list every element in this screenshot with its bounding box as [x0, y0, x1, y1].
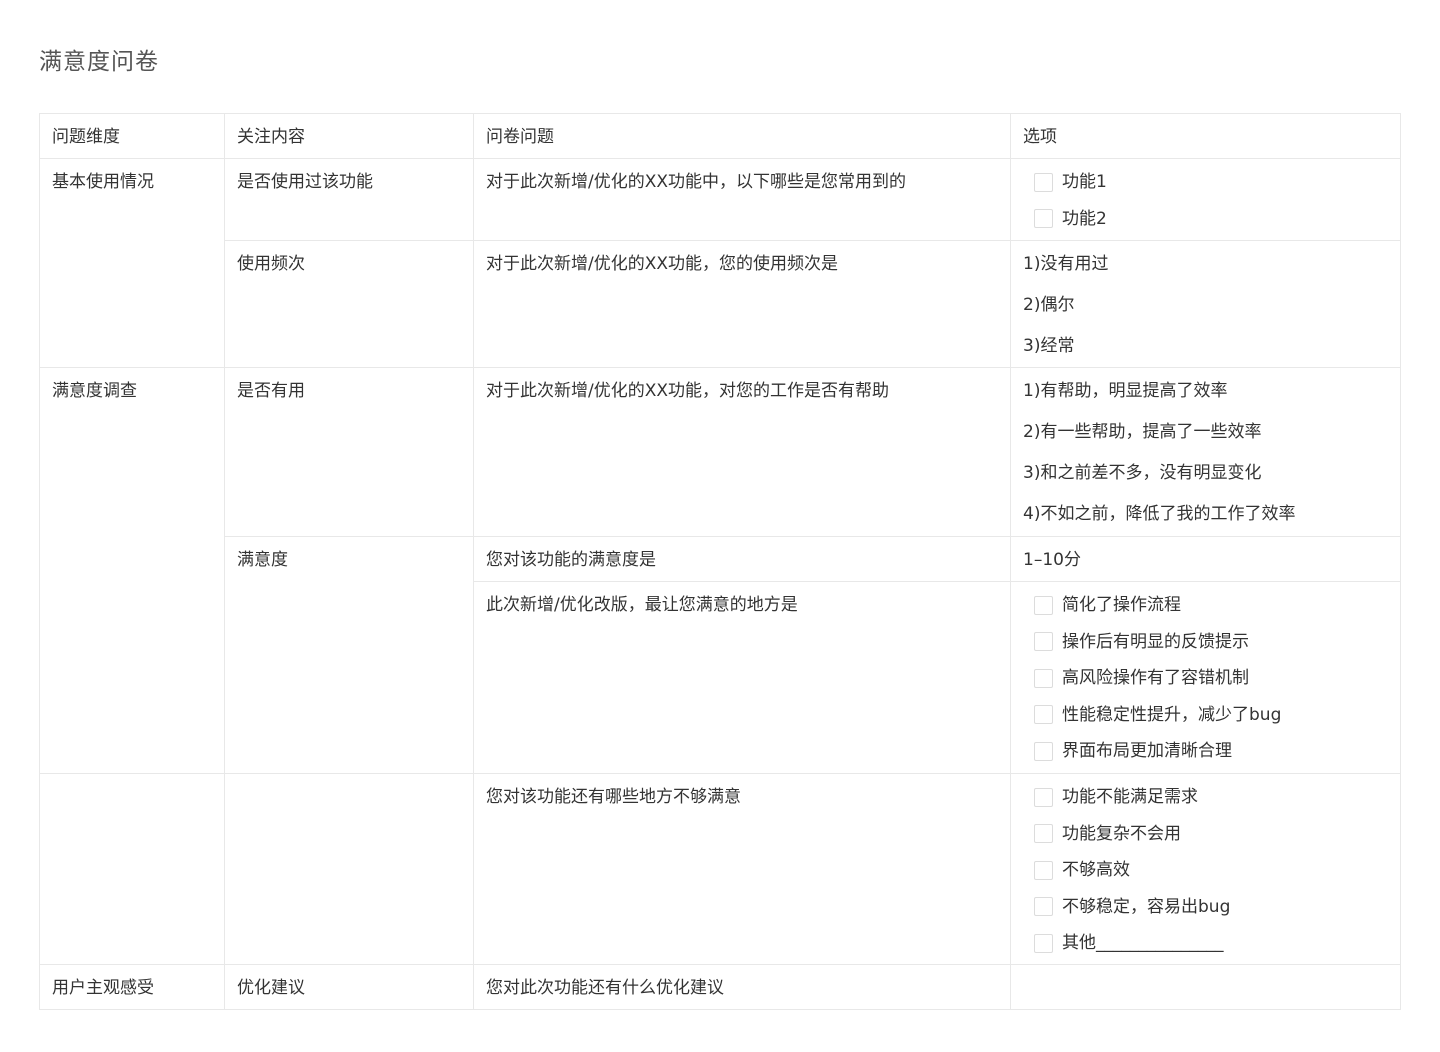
focus-cell: 满意度	[224, 536, 474, 774]
checkbox-option[interactable]: 高风险操作有了容错机制	[1023, 666, 1388, 690]
options-cell	[1010, 964, 1401, 1010]
header-options: 选项	[1010, 113, 1401, 159]
question-cell: 对于此次新增/优化的XX功能，对您的工作是否有帮助	[473, 367, 1011, 537]
checkbox[interactable]	[1034, 824, 1053, 843]
dimension-cell	[39, 773, 225, 965]
checkbox[interactable]	[1034, 933, 1053, 953]
checkbox[interactable]	[1034, 705, 1053, 724]
option-text: 1–10分	[1023, 550, 1081, 570]
question-cell: 此次新增/优化改版，最让您满意的地方是	[473, 581, 1011, 774]
survey-table: 问题维度 关注内容 问卷问题 选项 基本使用情况 是否使用过该功能 对于此次新增…	[39, 113, 1401, 1010]
checkbox-option[interactable]: 功能不能满足需求	[1023, 785, 1388, 809]
option-text: 4)不如之前，降低了我的工作了效率	[1023, 504, 1296, 524]
page-title: 满意度问卷	[39, 49, 159, 75]
checkbox[interactable]	[1034, 172, 1053, 192]
header-dimension: 问题维度	[39, 113, 225, 159]
checkbox[interactable]	[1034, 595, 1053, 615]
option-label: 不够稳定，容易出bug	[1062, 896, 1231, 917]
dimension-cell: 用户主观感受	[39, 964, 225, 1010]
options-cell: 功能1 功能2	[1010, 158, 1401, 241]
question-cell: 您对该功能的满意度是	[473, 536, 1011, 582]
option-label: 简化了操作流程	[1062, 595, 1181, 615]
options-cell: 简化了操作流程 操作后有明显的反馈提示 高风险操作有了容错机制 性能稳定性提升，…	[1010, 581, 1401, 774]
question-cell: 对于此次新增/优化的XX功能中，以下哪些是您常用到的	[473, 158, 1011, 241]
option-label: 其他_______________	[1062, 933, 1224, 953]
checkbox-option[interactable]: 简化了操作流程	[1023, 593, 1388, 617]
table-row: 满意度 您对该功能的满意度是 1–10分	[40, 536, 1401, 774]
table-row: 您对该功能还有哪些地方不够满意 功能不能满足需求 功能复杂不会用 不够高效 不够…	[39, 773, 1401, 965]
checkbox-option[interactable]: 操作后有明显的反馈提示	[1023, 630, 1388, 654]
dimension-cell: 基本使用情况	[39, 158, 225, 368]
option-label: 高风险操作有了容错机制	[1062, 668, 1249, 688]
checkbox-option[interactable]: 不够高效	[1023, 858, 1388, 882]
checkbox[interactable]	[1034, 209, 1053, 228]
options-cell: 1–10分	[1010, 536, 1401, 582]
focus-cell	[224, 773, 474, 965]
header-focus: 关注内容	[224, 113, 474, 159]
option-text: 1)有帮助，明显提高了效率	[1023, 381, 1228, 401]
checkbox-option[interactable]: 不够稳定，容易出bug	[1023, 895, 1388, 919]
checkbox-option[interactable]: 功能1	[1023, 170, 1388, 194]
option-text: 2)有一些帮助，提高了一些效率	[1023, 422, 1262, 442]
focus-cell: 是否有用	[224, 367, 474, 537]
dimension-cell: 满意度调查	[39, 367, 225, 774]
checkbox-option[interactable]: 其他_______________	[1023, 931, 1388, 955]
option-label: 性能稳定性提升，减少了bug	[1062, 704, 1282, 725]
option-label: 功能1	[1062, 172, 1107, 192]
focus-cell: 优化建议	[224, 964, 474, 1010]
checkbox[interactable]	[1034, 741, 1053, 761]
focus-cell: 是否使用过该功能	[224, 158, 474, 241]
option-label: 操作后有明显的反馈提示	[1062, 631, 1249, 652]
options-cell: 1)有帮助，明显提高了效率 2)有一些帮助，提高了一些效率 3)和之前差不多，没…	[1010, 367, 1401, 537]
checkbox[interactable]	[1034, 632, 1053, 651]
table-row: 基本使用情况 是否使用过该功能 对于此次新增/优化的XX功能中，以下哪些是您常用…	[39, 158, 1401, 368]
option-label: 功能复杂不会用	[1062, 823, 1181, 844]
table-row: 使用频次 对于此次新增/优化的XX功能，您的使用频次是 1)没有用过 2)偶尔 …	[40, 240, 1401, 368]
focus-cell: 使用频次	[224, 240, 474, 368]
question-cell: 您对此次功能还有什么优化建议	[473, 964, 1011, 1010]
option-text: 2)偶尔	[1023, 295, 1075, 315]
checkbox-option[interactable]: 界面布局更加清晰合理	[1023, 739, 1388, 763]
option-label: 功能不能满足需求	[1062, 787, 1198, 807]
checkbox[interactable]	[1034, 897, 1053, 916]
checkbox-option[interactable]: 功能2	[1023, 207, 1388, 231]
table-header-row: 问题维度 关注内容 问卷问题 选项	[39, 113, 1401, 159]
options-cell: 功能不能满足需求 功能复杂不会用 不够高效 不够稳定，容易出bug 其他____…	[1010, 773, 1401, 965]
table-row: 用户主观感受 优化建议 您对此次功能还有什么优化建议	[39, 964, 1401, 1010]
question-cell: 对于此次新增/优化的XX功能，您的使用频次是	[473, 240, 1011, 368]
header-question: 问卷问题	[473, 113, 1011, 159]
checkbox[interactable]	[1034, 860, 1053, 880]
option-text: 3)经常	[1023, 336, 1075, 356]
checkbox[interactable]	[1034, 668, 1053, 688]
option-label: 不够高效	[1062, 860, 1130, 880]
option-text: 3)和之前差不多，没有明显变化	[1023, 463, 1262, 483]
option-label: 界面布局更加清晰合理	[1062, 741, 1232, 761]
question-cell: 您对该功能还有哪些地方不够满意	[473, 773, 1011, 965]
option-text: 1)没有用过	[1023, 254, 1109, 274]
table-row: 满意度调查 是否有用 对于此次新增/优化的XX功能，对您的工作是否有帮助 1)有…	[39, 367, 1401, 774]
checkbox[interactable]	[1034, 787, 1053, 807]
options-cell: 1)没有用过 2)偶尔 3)经常	[1010, 240, 1401, 368]
checkbox-option[interactable]: 功能复杂不会用	[1023, 822, 1388, 846]
checkbox-option[interactable]: 性能稳定性提升，减少了bug	[1023, 703, 1388, 727]
option-label: 功能2	[1062, 208, 1107, 229]
